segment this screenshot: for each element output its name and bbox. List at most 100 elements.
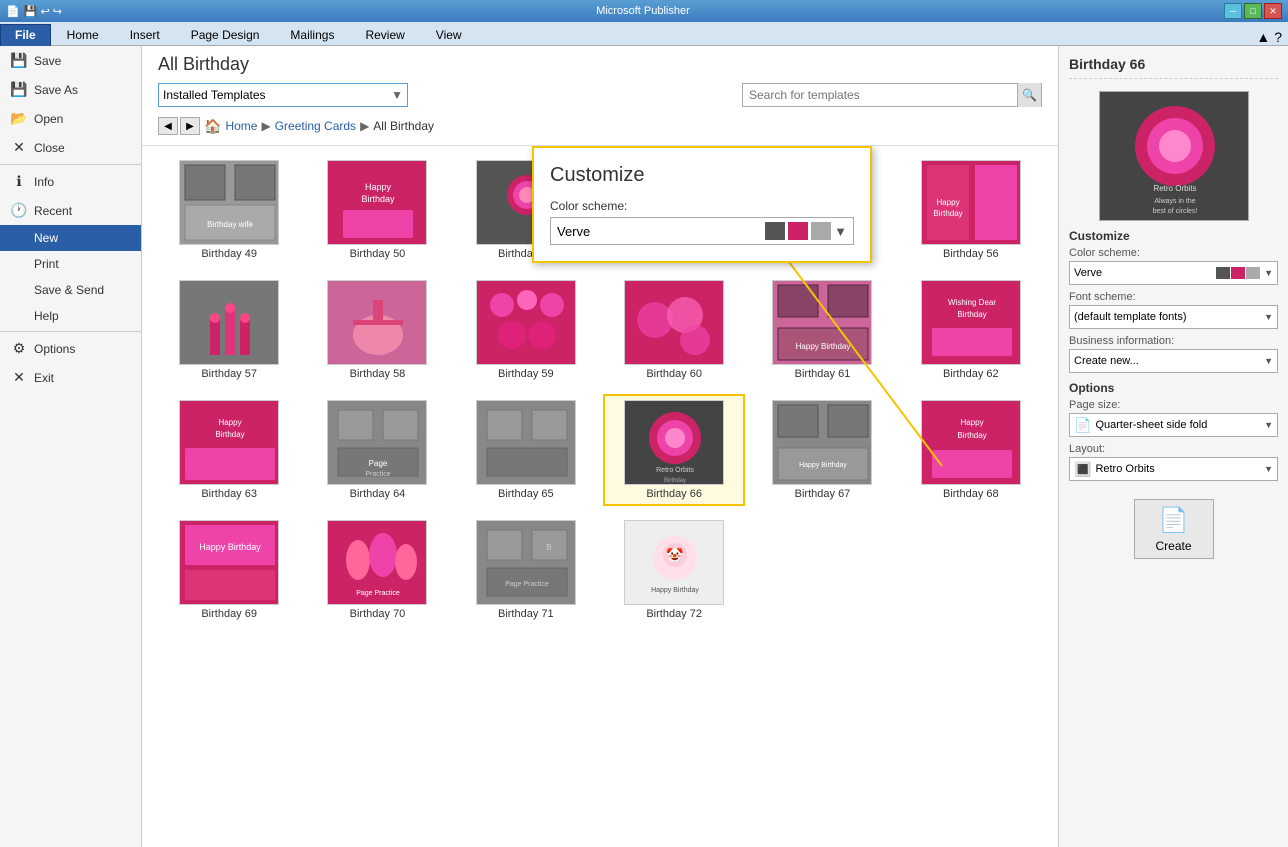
right-pagesize-select[interactable]: 📄 Quarter-sheet side fold ▼ bbox=[1069, 413, 1278, 437]
template-thumb-60 bbox=[624, 280, 724, 365]
breadcrumb-forward-button[interactable]: ▶ bbox=[180, 117, 200, 135]
tab-file[interactable]: File bbox=[0, 24, 51, 46]
svg-text:Practice: Practice bbox=[366, 471, 391, 478]
template-label-63: Birthday 63 bbox=[201, 488, 257, 500]
sidebar-saveas-label: Save As bbox=[34, 83, 78, 97]
sidebar-item-print[interactable]: Print bbox=[0, 251, 141, 277]
breadcrumb-back-button[interactable]: ◀ bbox=[158, 117, 178, 135]
create-button[interactable]: 📄 Create bbox=[1134, 499, 1214, 559]
thumb-svg-58 bbox=[328, 280, 426, 365]
tab-review[interactable]: Review bbox=[350, 24, 419, 45]
thumb-svg-50: Happy Birthday bbox=[328, 160, 426, 245]
right-color-swatches bbox=[1216, 267, 1260, 279]
template-item-50[interactable]: Happy Birthday Birthday 50 bbox=[306, 154, 448, 266]
ribbon-help[interactable]: ▲ bbox=[1256, 29, 1270, 45]
right-pagesize-label: Page size: bbox=[1069, 399, 1278, 411]
breadcrumb-current: All Birthday bbox=[373, 119, 434, 133]
close-button[interactable]: ✕ bbox=[1264, 3, 1282, 19]
sidebar-item-help[interactable]: Help bbox=[0, 303, 141, 329]
right-bizinfo-arrow-icon: ▼ bbox=[1264, 356, 1273, 366]
svg-text:Happy Birthday: Happy Birthday bbox=[199, 542, 261, 552]
template-item-72[interactable]: 🤡 Happy Birthday Birthday 72 bbox=[603, 514, 745, 626]
template-label-49: Birthday 49 bbox=[201, 248, 257, 260]
sidebar-help-label: Help bbox=[34, 309, 59, 323]
quick-access: 💾 ↩ ↪ bbox=[24, 5, 62, 18]
page-title-row: All Birthday bbox=[158, 54, 1042, 75]
template-item-59[interactable]: Birthday 59 bbox=[455, 274, 597, 386]
sidebar-item-recent[interactable]: 🕐 Recent bbox=[0, 196, 141, 225]
template-item-56[interactable]: Happy Birthday Birthday 56 bbox=[900, 154, 1042, 266]
template-item-57[interactable]: Birthday 57 bbox=[158, 274, 300, 386]
template-item-68[interactable]: Happy Birthday Birthday 68 bbox=[900, 394, 1042, 506]
ribbon-expand[interactable]: ? bbox=[1274, 29, 1282, 45]
template-item-69[interactable]: Happy Birthday Birthday 69 bbox=[158, 514, 300, 626]
right-layout-select[interactable]: 🔳 Retro Orbits ▼ bbox=[1069, 457, 1278, 481]
breadcrumb-sep-1: ▶ bbox=[261, 119, 270, 133]
template-item-63[interactable]: Happy Birthday Birthday 63 bbox=[158, 394, 300, 506]
breadcrumb-home-link[interactable]: Home bbox=[225, 119, 257, 133]
template-label-62: Birthday 62 bbox=[943, 368, 999, 380]
search-button[interactable]: 🔍 bbox=[1017, 83, 1041, 107]
svg-text:Happy Birthday: Happy Birthday bbox=[796, 342, 851, 351]
maximize-button[interactable]: □ bbox=[1244, 3, 1262, 19]
sidebar-item-save[interactable]: 💾 Save bbox=[0, 46, 141, 75]
template-label-60: Birthday 60 bbox=[646, 368, 702, 380]
minimize-button[interactable]: ─ bbox=[1224, 3, 1242, 19]
template-item-49[interactable]: Birthday wife Birthday 49 bbox=[158, 154, 300, 266]
svg-text:Page Practice: Page Practice bbox=[357, 590, 401, 597]
sidebar-item-save-send[interactable]: Save & Send bbox=[0, 277, 141, 303]
template-item-65[interactable]: Birthday 65 bbox=[455, 394, 597, 506]
panel-title: Birthday 66 bbox=[1069, 56, 1278, 79]
template-source-select[interactable]: Installed Templates ▼ bbox=[158, 83, 408, 107]
svg-text:Page: Page bbox=[369, 459, 388, 468]
tab-page-design[interactable]: Page Design bbox=[176, 24, 275, 45]
svg-text:best of circles!: best of circles! bbox=[1152, 208, 1197, 215]
template-label-67: Birthday 67 bbox=[795, 488, 851, 500]
template-item-67[interactable]: Happy Birthday Birthday 67 bbox=[751, 394, 893, 506]
tab-mailings[interactable]: Mailings bbox=[275, 24, 349, 45]
template-item-70[interactable]: Page Practice Birthday 70 bbox=[306, 514, 448, 626]
right-color-arrow-icon: ▼ bbox=[1264, 268, 1273, 278]
right-pagesize-value: Quarter-sheet side fold bbox=[1095, 419, 1260, 431]
template-thumb-49: Birthday wife bbox=[179, 160, 279, 245]
svg-text:Happy Birthday: Happy Birthday bbox=[651, 587, 699, 594]
svg-text:Happy: Happy bbox=[936, 198, 959, 207]
sidebar-item-saveas[interactable]: 💾 Save As bbox=[0, 75, 141, 104]
sidebar-item-exit[interactable]: ✕ Exit bbox=[0, 363, 141, 392]
right-customize-label: Customize bbox=[1069, 229, 1278, 243]
sidebar-item-info[interactable]: ℹ Info bbox=[0, 167, 141, 196]
app-title: Microsoft Publisher bbox=[596, 5, 690, 17]
sidebar-item-close[interactable]: ✕ Close bbox=[0, 133, 141, 162]
template-item-64[interactable]: Page Practice Birthday 64 bbox=[306, 394, 448, 506]
popup-color-select[interactable]: Verve ▼ bbox=[550, 217, 854, 245]
breadcrumb-greeting-cards[interactable]: Greeting Cards bbox=[275, 119, 356, 133]
svg-text:Always in the: Always in the bbox=[1154, 198, 1195, 205]
sidebar-item-options[interactable]: ⚙ Options bbox=[0, 334, 141, 363]
sidebar-item-open[interactable]: 📂 Open bbox=[0, 104, 141, 133]
saveas-icon: 💾 bbox=[10, 81, 28, 98]
tab-home[interactable]: Home bbox=[52, 24, 114, 45]
sidebar-item-new[interactable]: New bbox=[0, 225, 141, 251]
right-font-select[interactable]: (default template fonts) ▼ bbox=[1069, 305, 1278, 329]
template-item-66[interactable]: Retro Orbits Birthday Birthday 66 bbox=[603, 394, 745, 506]
template-item-60[interactable]: Birthday 60 bbox=[603, 274, 745, 386]
template-item-58[interactable]: Birthday 58 bbox=[306, 274, 448, 386]
template-item-62[interactable]: Wishing Dear Birthday Birthday 62 bbox=[900, 274, 1042, 386]
right-color-value: Verve bbox=[1074, 267, 1216, 279]
right-bizinfo-select[interactable]: Create new... ▼ bbox=[1069, 349, 1278, 373]
preview-thumbnail: Retro Orbits Always in the best of circl… bbox=[1099, 91, 1249, 221]
template-label-50: Birthday 50 bbox=[350, 248, 406, 260]
template-item-61[interactable]: Happy Birthday Birthday 61 bbox=[751, 274, 893, 386]
template-item-71[interactable]: B Page Practice Birthday 71 bbox=[455, 514, 597, 626]
breadcrumb: ◀ ▶ 🏠 Home ▶ Greeting Cards ▶ All Birthd… bbox=[158, 113, 1042, 141]
svg-text:Wishing Dear: Wishing Dear bbox=[948, 298, 996, 307]
breadcrumb-home-icon[interactable]: 🏠 bbox=[204, 118, 221, 135]
template-thumb-65 bbox=[476, 400, 576, 485]
tab-view[interactable]: View bbox=[421, 24, 477, 45]
search-input[interactable] bbox=[743, 84, 1017, 106]
right-font-label: Font scheme: bbox=[1069, 291, 1278, 303]
svg-text:🤡: 🤡 bbox=[666, 547, 683, 563]
open-icon: 📂 bbox=[10, 110, 28, 127]
tab-insert[interactable]: Insert bbox=[115, 24, 175, 45]
right-color-select[interactable]: Verve ▼ bbox=[1069, 261, 1278, 285]
